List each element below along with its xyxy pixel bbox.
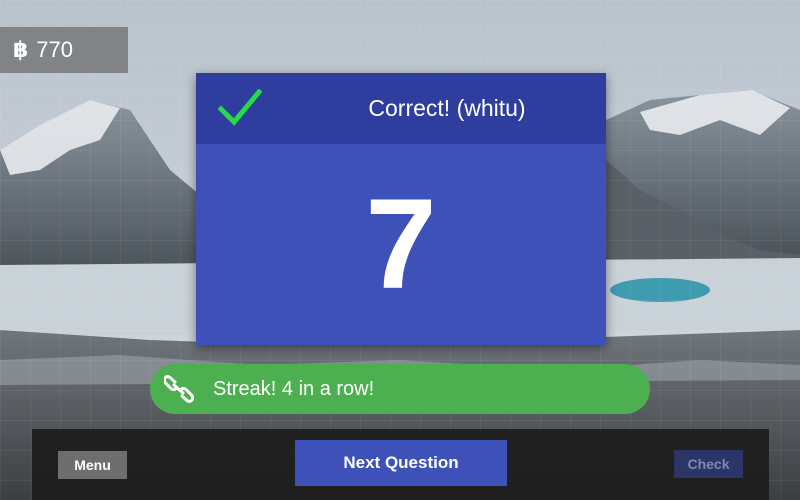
streak-banner: Streak! 4 in a row! bbox=[150, 364, 650, 414]
result-header: Correct! (whitu) bbox=[196, 73, 606, 144]
bitcoin-icon: ฿ bbox=[13, 37, 29, 63]
menu-button[interactable]: Menu bbox=[58, 451, 127, 479]
streak-text: Streak! 4 in a row! bbox=[213, 377, 375, 400]
next-question-button[interactable]: Next Question bbox=[295, 440, 507, 486]
result-title: Correct! (whitu) bbox=[368, 95, 526, 121]
checkmark-icon bbox=[218, 89, 262, 126]
link-chain-icon bbox=[164, 375, 194, 403]
score-badge: ฿ 770 bbox=[0, 27, 128, 73]
result-number: 7 bbox=[196, 144, 606, 345]
check-button[interactable]: Check bbox=[674, 450, 743, 478]
result-card: Correct! (whitu) 7 bbox=[196, 73, 606, 345]
score-value: 770 bbox=[36, 37, 74, 62]
bottom-toolbar: Menu Next Question Check bbox=[32, 429, 769, 500]
